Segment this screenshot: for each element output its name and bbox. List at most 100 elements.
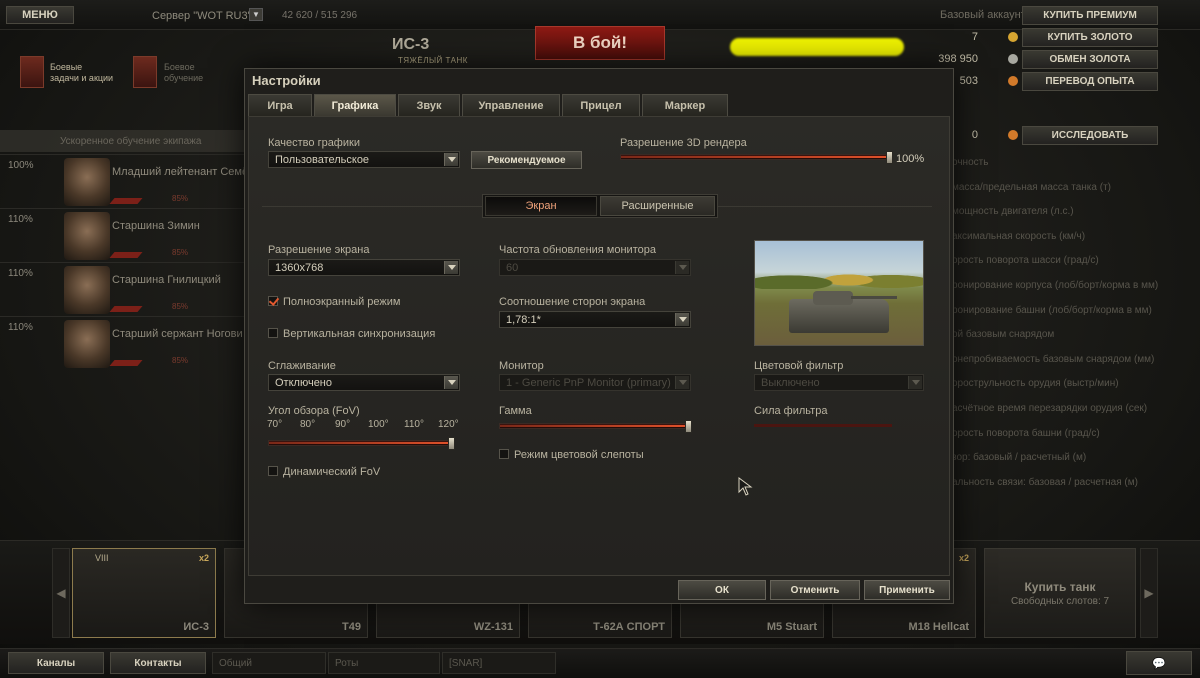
- common-channel[interactable]: Общий: [212, 652, 326, 674]
- tab-graphics[interactable]: Графика: [314, 94, 396, 116]
- crew-name: Старший сержант Ногови: [112, 328, 243, 340]
- crew-skill: 85%: [172, 302, 189, 311]
- recommended-button[interactable]: Рекомендуемое: [471, 151, 582, 169]
- antialiasing-dropdown[interactable]: Отключено: [268, 374, 460, 391]
- tab-sound[interactable]: Звук: [398, 94, 460, 116]
- battle-button[interactable]: В бой!: [535, 26, 665, 60]
- resolution-label: Разрешение экрана: [268, 244, 370, 256]
- chat-icon: 💬: [1152, 657, 1166, 670]
- menu-button[interactable]: МЕНЮ: [6, 6, 74, 24]
- quality-label: Качество графики: [268, 137, 360, 149]
- research-button[interactable]: ИССЛЕДОВАТЬ: [1022, 126, 1158, 145]
- fov-tick: 120°: [438, 419, 459, 430]
- graphics-panel: [248, 116, 950, 576]
- tab-game[interactable]: Игра: [248, 94, 312, 116]
- aspect-ratio-value: 1,78:1*: [506, 314, 541, 326]
- fullscreen-checkbox[interactable]: [268, 296, 278, 306]
- settings-tabs: Игра Графика Звук Управление Прицел Марк…: [248, 94, 730, 116]
- crew-skill-bar: [109, 360, 143, 366]
- server-dropdown[interactable]: ▼: [249, 8, 263, 21]
- resolution-value: 1360x768: [275, 262, 324, 274]
- contacts-button[interactable]: Контакты: [110, 652, 206, 674]
- crew-portrait: [64, 266, 110, 314]
- tank-stat-label: ронирование корпуса (лоб/борт/корма в мм…: [952, 280, 1159, 291]
- vsync-checkbox[interactable]: [268, 328, 278, 338]
- apply-button[interactable]: Применить: [864, 580, 950, 600]
- colorblind-checkbox[interactable]: [499, 449, 509, 459]
- crew-portrait: [64, 320, 110, 368]
- tank-name: T49: [342, 621, 361, 633]
- cancel-button[interactable]: Отменить: [770, 580, 860, 600]
- fov-slider-thumb[interactable]: [448, 437, 455, 450]
- double-xp-badge: x2: [198, 553, 209, 563]
- gamma-label: Гамма: [499, 405, 532, 417]
- carousel-left-arrow[interactable]: ◀: [52, 548, 70, 638]
- tank-stat-label: ой базовым снарядом: [952, 329, 1055, 341]
- clan-channel[interactable]: [SNAR]: [442, 652, 556, 674]
- transfer-xp-button[interactable]: ПЕРЕВОД ОПЫТА: [1022, 72, 1158, 91]
- gamma-slider-thumb[interactable]: [685, 420, 692, 433]
- aspect-ratio-label: Соотношение сторон экрана: [499, 296, 646, 308]
- dynamic-fov-checkbox[interactable]: [268, 466, 278, 476]
- credits-row: 398 950 ОБМЕН ЗОЛОТА: [938, 50, 1200, 70]
- preview-turret: [813, 291, 853, 305]
- exchange-gold-button[interactable]: ОБМЕН ЗОЛОТА: [1022, 50, 1158, 69]
- crew-portrait: [64, 158, 110, 206]
- missions-label[interactable]: Боевые задачи и акции: [50, 62, 113, 84]
- tank-stat-label: очность: [952, 157, 989, 168]
- missions-icon[interactable]: [20, 56, 44, 88]
- carousel-tank-slot[interactable]: VIII x2 ИС-3: [72, 548, 216, 638]
- training-label[interactable]: Боевое обучение: [164, 62, 203, 84]
- monitor-label: Монитор: [499, 360, 544, 372]
- crew-accelerate-label[interactable]: Ускоренное обучение экипажа: [60, 136, 201, 147]
- ok-button[interactable]: ОК: [678, 580, 766, 600]
- fov-slider[interactable]: [268, 437, 455, 450]
- render-slider-thumb[interactable]: [886, 151, 893, 164]
- fov-tick: 110°: [404, 419, 424, 430]
- monitor-dropdown[interactable]: 1 - Generic PnP Monitor (primary): [499, 374, 691, 391]
- aspect-ratio-dropdown[interactable]: 1,78:1*: [499, 311, 691, 328]
- buy-tank-slot[interactable]: Купить танк Свободных слотов: 7: [984, 548, 1136, 638]
- chevron-down-icon: [444, 261, 458, 274]
- channels-button[interactable]: Каналы: [8, 652, 104, 674]
- quality-dropdown[interactable]: Пользовательское: [268, 151, 460, 168]
- buy-premium-button[interactable]: КУПИТЬ ПРЕМИУМ: [1022, 6, 1158, 25]
- carousel-right-arrow[interactable]: ▶: [1140, 548, 1158, 638]
- render-resolution-slider[interactable]: [620, 151, 893, 164]
- chat-button[interactable]: 💬: [1126, 651, 1192, 675]
- crew-name: Старшина Гнилицкий: [112, 274, 221, 286]
- tab-marker[interactable]: Маркер: [642, 94, 728, 116]
- tank-stat-label: асчётное время перезарядки орудия (сек): [952, 403, 1148, 414]
- color-filter-dropdown[interactable]: Выключено: [754, 374, 924, 391]
- fov-slider-fill: [269, 442, 451, 444]
- tab-controls[interactable]: Управление: [462, 94, 560, 116]
- tank-name: ИС-3: [392, 36, 430, 53]
- color-filter-label: Цветовой фильтр: [754, 360, 844, 372]
- subtab-screen[interactable]: Экран: [485, 196, 597, 216]
- buy-gold-button[interactable]: КУПИТЬ ЗОЛОТО: [1022, 28, 1158, 47]
- fov-tick: 90°: [335, 419, 351, 430]
- tank-stat-label: масса/предельная масса танка (т): [952, 181, 1111, 193]
- quality-value: Пользовательское: [275, 154, 370, 166]
- player-name-redacted: [730, 38, 904, 56]
- vsync-label: Вертикальная синхронизация: [283, 328, 436, 340]
- refresh-rate-dropdown[interactable]: 60: [499, 259, 691, 276]
- tab-sight[interactable]: Прицел: [562, 94, 640, 116]
- chevron-down-icon: [675, 261, 689, 274]
- mouse-cursor-icon: [738, 477, 753, 496]
- refresh-rate-label: Частота обновления монитора: [499, 244, 656, 256]
- filter-strength-slider[interactable]: [754, 424, 892, 427]
- chevron-down-icon: [675, 376, 689, 389]
- research-row: 0 ИССЛЕДОВАТЬ: [960, 126, 1200, 146]
- menu-label: МЕНЮ: [22, 9, 58, 21]
- squad-channel[interactable]: Роты: [328, 652, 440, 674]
- gamma-slider[interactable]: [499, 420, 692, 433]
- training-icon[interactable]: [133, 56, 157, 88]
- antialiasing-value: Отключено: [275, 377, 332, 389]
- resolution-dropdown[interactable]: 1360x768: [268, 259, 460, 276]
- crew-pct: 110%: [8, 268, 33, 279]
- tank-stat-label: онепробиваемость базовым снарядом (мм): [952, 353, 1155, 365]
- crew-skill-bar: [109, 306, 143, 312]
- subtab-advanced[interactable]: Расширенные: [600, 196, 715, 216]
- filter-strength-label: Сила фильтра: [754, 405, 828, 417]
